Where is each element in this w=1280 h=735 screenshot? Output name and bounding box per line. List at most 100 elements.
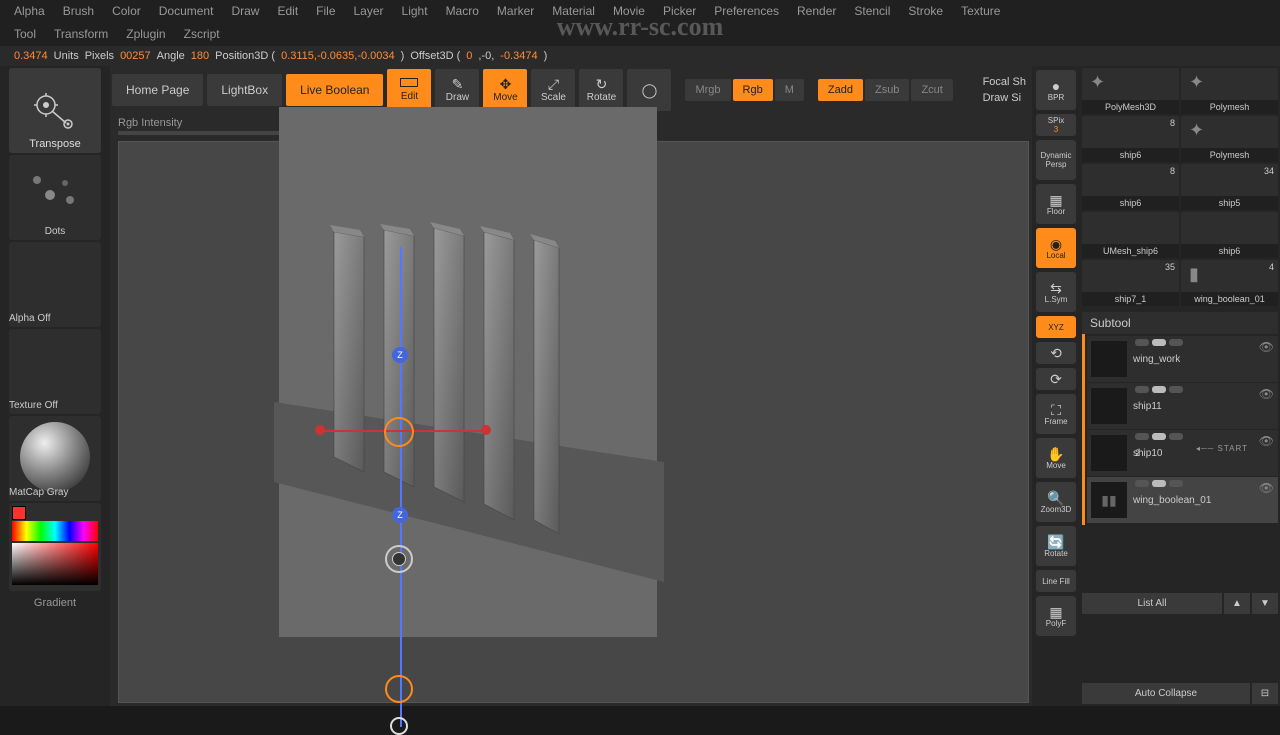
tool-ship7_1[interactable]: 35ship7_1	[1082, 260, 1179, 306]
subtool-toggle[interactable]	[1152, 386, 1166, 393]
menu-zplugin[interactable]: Zplugin	[126, 27, 165, 41]
menu-picker[interactable]: Picker	[663, 4, 696, 18]
rgb-button[interactable]: Rgb	[733, 79, 773, 101]
gizmo-x-handle-right[interactable]	[481, 425, 491, 435]
tool-UMesh_ship6[interactable]: UMesh_ship6	[1082, 212, 1179, 258]
lasso-button[interactable]: ◯	[627, 69, 671, 111]
rgb-intensity-slider[interactable]	[118, 131, 298, 135]
move-mode-button[interactable]: ✥Move	[483, 69, 527, 111]
menu-color[interactable]: Color	[112, 4, 141, 18]
live-boolean-button[interactable]: Live Boolean	[286, 74, 383, 106]
tool-wing_boolean_01[interactable]: ▮4wing_boolean_01	[1181, 260, 1278, 306]
tool-ship6[interactable]: 8ship6	[1082, 116, 1179, 162]
color-swatch[interactable]	[12, 506, 26, 520]
mrgb-button[interactable]: Mrgb	[685, 79, 730, 101]
spix-button[interactable]: SPix 3	[1036, 114, 1076, 136]
menu-render[interactable]: Render	[797, 4, 836, 18]
tool-Polymesh[interactable]: ✦Polymesh	[1181, 116, 1278, 162]
visibility-icon[interactable]: 👁	[1259, 481, 1274, 495]
home-page-button[interactable]: Home Page	[112, 74, 203, 106]
axis-b-button[interactable]: ⟳	[1036, 368, 1076, 390]
zoom3d-button[interactable]: 🔍Zoom3D	[1036, 482, 1076, 522]
menu-light[interactable]: Light	[402, 4, 428, 18]
frame-button[interactable]: ⛶Frame	[1036, 394, 1076, 434]
visibility-icon[interactable]: 👁	[1259, 434, 1274, 448]
viewport[interactable]: Z Z	[118, 141, 1029, 703]
gizmo-center-ring[interactable]	[384, 417, 414, 447]
menu-alpha[interactable]: Alpha	[14, 4, 45, 18]
subtool-toggle[interactable]	[1135, 386, 1149, 393]
zsub-button[interactable]: Zsub	[865, 79, 909, 101]
gizmo-z-top[interactable]: Z	[392, 347, 408, 363]
m-button[interactable]: M	[775, 79, 804, 101]
collapse-button[interactable]: ⊟	[1252, 683, 1278, 704]
persp-button[interactable]: DynamicPersp	[1036, 140, 1076, 180]
axis-a-button[interactable]: ⟲	[1036, 342, 1076, 364]
zadd-button[interactable]: Zadd	[818, 79, 863, 101]
tool-PolyMesh3D[interactable]: ✦PolyMesh3D	[1082, 68, 1179, 114]
menu-file[interactable]: File	[316, 4, 335, 18]
menu-marker[interactable]: Marker	[497, 4, 534, 18]
alpha-slot[interactable]: Alpha Off	[9, 242, 101, 327]
edit-mode-button[interactable]: Edit	[387, 69, 431, 111]
visibility-icon[interactable]: 👁	[1259, 340, 1274, 354]
hue-slider[interactable]	[12, 521, 98, 541]
material-slot[interactable]: MatCap Gray	[9, 416, 101, 501]
menu-movie[interactable]: Movie	[613, 4, 645, 18]
menu-texture[interactable]: Texture	[961, 4, 1000, 18]
menu-draw[interactable]: Draw	[231, 4, 259, 18]
subtool-ship11[interactable]: ship11👁	[1087, 383, 1278, 429]
menu-macro[interactable]: Macro	[446, 4, 479, 18]
menu-layer[interactable]: Layer	[354, 4, 384, 18]
subtool-toggle[interactable]	[1152, 339, 1166, 346]
gizmo-handle-dot[interactable]	[392, 552, 406, 566]
move-view-button[interactable]: ✋Move	[1036, 438, 1076, 478]
subtool-wing_boolean_01[interactable]: ▮▮wing_boolean_01👁	[1087, 477, 1278, 523]
subtool-toggle[interactable]	[1169, 339, 1183, 346]
menu-tool[interactable]: Tool	[14, 27, 36, 41]
floor-button[interactable]: ▦Floor	[1036, 184, 1076, 224]
draw-mode-button[interactable]: ✎Draw	[435, 69, 479, 111]
subtool-ship10[interactable]: ship10◂── START2👁	[1087, 430, 1278, 476]
scale-mode-button[interactable]: ⤢Scale	[531, 69, 575, 111]
menu-preferences[interactable]: Preferences	[714, 4, 779, 18]
local-button[interactable]: ◉Local	[1036, 228, 1076, 268]
tool-ship6[interactable]: ship6	[1181, 212, 1278, 258]
gizmo-x-handle-left[interactable]	[315, 425, 325, 435]
list-all-button[interactable]: List All	[1082, 593, 1222, 614]
menu-stroke[interactable]: Stroke	[908, 4, 943, 18]
subtool-header[interactable]: Subtool	[1082, 312, 1278, 334]
subtool-toggle[interactable]	[1152, 433, 1166, 440]
sv-picker[interactable]	[12, 543, 98, 585]
bpr-button[interactable]: ●BPR	[1036, 70, 1076, 110]
rotate-mode-button[interactable]: ↻Rotate	[579, 69, 623, 111]
rotate-view-button[interactable]: 🔄Rotate	[1036, 526, 1076, 566]
move-down-button[interactable]: ▼	[1252, 593, 1278, 614]
subtool-toggle[interactable]	[1169, 386, 1183, 393]
subtool-toggle[interactable]	[1169, 433, 1183, 440]
menu-edit[interactable]: Edit	[277, 4, 298, 18]
stroke-dots[interactable]: Dots	[9, 155, 101, 240]
tool-ship6[interactable]: 8ship6	[1082, 164, 1179, 210]
menu-zscript[interactable]: Zscript	[184, 27, 220, 41]
subtool-toggle[interactable]	[1169, 480, 1183, 487]
gizmo-z-mid[interactable]: Z	[392, 507, 408, 523]
auto-collapse-button[interactable]: Auto Collapse	[1082, 683, 1250, 704]
menu-transform[interactable]: Transform	[54, 27, 108, 41]
subtool-toggle[interactable]	[1135, 339, 1149, 346]
move-up-button[interactable]: ▲	[1224, 593, 1250, 614]
menu-material[interactable]: Material	[552, 4, 595, 18]
zcut-button[interactable]: Zcut	[911, 79, 952, 101]
menu-document[interactable]: Document	[159, 4, 214, 18]
menu-brush[interactable]: Brush	[63, 4, 94, 18]
tool-Polymesh[interactable]: ✦Polymesh	[1181, 68, 1278, 114]
subtool-toggle[interactable]	[1152, 480, 1166, 487]
subtool-wing_work[interactable]: wing_work👁	[1087, 336, 1278, 382]
polyf-button[interactable]: ▦PolyF	[1036, 596, 1076, 636]
texture-slot[interactable]: Texture Off	[9, 329, 101, 414]
color-picker[interactable]	[9, 503, 101, 591]
tool-ship5[interactable]: 34ship5	[1181, 164, 1278, 210]
subtool-toggle[interactable]	[1135, 433, 1149, 440]
transpose-tool[interactable]: Transpose	[9, 68, 101, 153]
lightbox-button[interactable]: LightBox	[207, 74, 282, 106]
